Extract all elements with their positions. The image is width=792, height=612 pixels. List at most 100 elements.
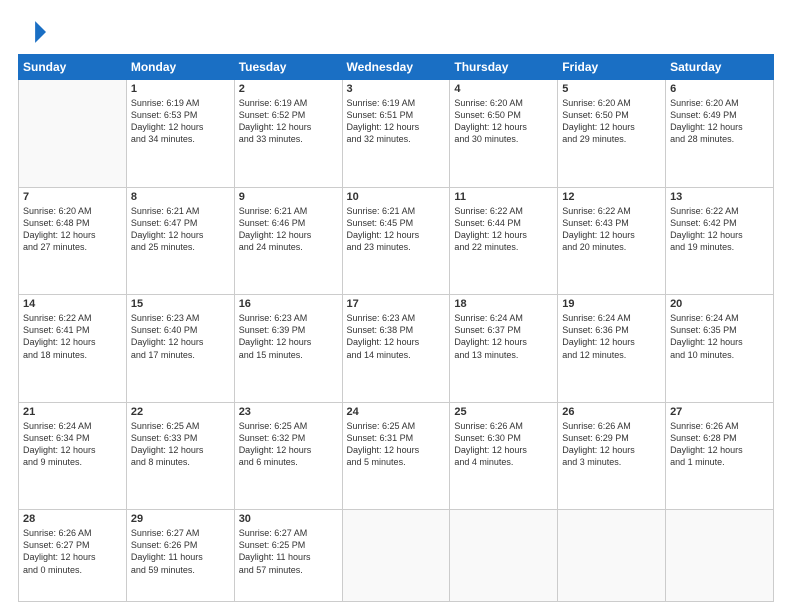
calendar-cell [450, 510, 558, 602]
day-number: 25 [454, 406, 553, 418]
cell-info: Sunrise: 6:25 AMSunset: 6:31 PMDaylight:… [347, 420, 446, 469]
day-number: 8 [131, 191, 230, 203]
day-number: 1 [131, 83, 230, 95]
calendar-header-thursday: Thursday [450, 55, 558, 80]
day-number: 16 [239, 298, 338, 310]
day-number: 15 [131, 298, 230, 310]
calendar-cell [666, 510, 774, 602]
calendar-cell [558, 510, 666, 602]
calendar-cell: 16 Sunrise: 6:23 AMSunset: 6:39 PMDayligh… [234, 295, 342, 403]
calendar-cell: 2Sunrise: 6:19 AMSunset: 6:52 PMDaylight… [234, 80, 342, 188]
day-number: 24 [347, 406, 446, 418]
cell-info: Sunrise: 6:24 AMSunset: 6:34 PMDaylight:… [23, 420, 122, 469]
calendar-week-4: 21 Sunrise: 6:24 AMSunset: 6:34 PMDayligh… [19, 402, 774, 510]
day-number: 7 [23, 191, 122, 203]
calendar-week-3: 14 Sunrise: 6:22 AMSunset: 6:41 PMDayligh… [19, 295, 774, 403]
calendar-cell: 13 Sunrise: 6:22 AMSunset: 6:42 PMDayligh… [666, 187, 774, 295]
cell-info: Sunrise: 6:27 AMSunset: 6:25 PMDaylight:… [239, 527, 338, 576]
calendar-cell: 30Sunrise: 6:27 AMSunset: 6:25 PMDayligh… [234, 510, 342, 602]
calendar-cell: 28Sunrise: 6:26 AMSunset: 6:27 PMDayligh… [19, 510, 127, 602]
day-number: 11 [454, 191, 553, 203]
calendar-cell: 6 Sunrise: 6:20 AMSunset: 6:49 PMDaylight… [666, 80, 774, 188]
day-number: 9 [239, 191, 338, 203]
calendar-cell: 19 Sunrise: 6:24 AMSunset: 6:36 PMDayligh… [558, 295, 666, 403]
calendar-cell [19, 80, 127, 188]
day-number: 4 [454, 83, 553, 95]
cell-info: Sunrise: 6:25 AMSunset: 6:33 PMDaylight:… [131, 420, 230, 469]
calendar-header-sunday: Sunday [19, 55, 127, 80]
day-number: 10 [347, 191, 446, 203]
cell-info: Sunrise: 6:27 AMSunset: 6:26 PMDaylight:… [131, 527, 230, 576]
calendar-cell: 24 Sunrise: 6:25 AMSunset: 6:31 PMDayligh… [342, 402, 450, 510]
cell-info: Sunrise: 6:24 AMSunset: 6:37 PMDaylight:… [454, 312, 553, 361]
calendar-week-1: 1 Sunrise: 6:19 AMSunset: 6:53 PMDaylight… [19, 80, 774, 188]
day-number: 27 [670, 406, 769, 418]
cell-info: Sunrise: 6:20 AMSunset: 6:49 PMDaylight:… [670, 97, 769, 146]
calendar-cell: 23 Sunrise: 6:25 AMSunset: 6:32 PMDayligh… [234, 402, 342, 510]
cell-info: Sunrise: 6:20 AMSunset: 6:50 PMDaylight:… [562, 97, 661, 146]
cell-info: Sunrise: 6:19 AMSunset: 6:53 PMDaylight:… [131, 97, 230, 146]
calendar-cell: 12 Sunrise: 6:22 AMSunset: 6:43 PMDayligh… [558, 187, 666, 295]
logo [18, 18, 50, 46]
day-number: 21 [23, 406, 122, 418]
cell-info: Sunrise: 6:22 AMSunset: 6:41 PMDaylight:… [23, 312, 122, 361]
cell-info: Sunrise: 6:21 AMSunset: 6:47 PMDaylight:… [131, 205, 230, 254]
calendar-cell: 25 Sunrise: 6:26 AMSunset: 6:30 PMDayligh… [450, 402, 558, 510]
cell-info: Sunrise: 6:24 AMSunset: 6:36 PMDaylight:… [562, 312, 661, 361]
calendar-header-wednesday: Wednesday [342, 55, 450, 80]
day-number: 2 [239, 83, 338, 95]
calendar-header-monday: Monday [126, 55, 234, 80]
cell-info: Sunrise: 6:26 AMSunset: 6:29 PMDaylight:… [562, 420, 661, 469]
calendar-cell: 9Sunrise: 6:21 AMSunset: 6:46 PMDaylight… [234, 187, 342, 295]
header [18, 18, 774, 46]
day-number: 29 [131, 513, 230, 525]
cell-info: Sunrise: 6:19 AMSunset: 6:51 PMDaylight:… [347, 97, 446, 146]
day-number: 22 [131, 406, 230, 418]
day-number: 23 [239, 406, 338, 418]
cell-info: Sunrise: 6:22 AMSunset: 6:42 PMDaylight:… [670, 205, 769, 254]
calendar-cell: 29 Sunrise: 6:27 AMSunset: 6:26 PMDayligh… [126, 510, 234, 602]
calendar-cell: 11 Sunrise: 6:22 AMSunset: 6:44 PMDayligh… [450, 187, 558, 295]
calendar-header-friday: Friday [558, 55, 666, 80]
calendar-cell: 17 Sunrise: 6:23 AMSunset: 6:38 PMDayligh… [342, 295, 450, 403]
logo-icon [18, 18, 46, 46]
calendar-week-5: 28Sunrise: 6:26 AMSunset: 6:27 PMDayligh… [19, 510, 774, 602]
calendar-cell: 10 Sunrise: 6:21 AMSunset: 6:45 PMDayligh… [342, 187, 450, 295]
day-number: 12 [562, 191, 661, 203]
cell-info: Sunrise: 6:20 AMSunset: 6:50 PMDaylight:… [454, 97, 553, 146]
calendar-cell: 4 Sunrise: 6:20 AMSunset: 6:50 PMDaylight… [450, 80, 558, 188]
calendar-cell [342, 510, 450, 602]
calendar-table: SundayMondayTuesdayWednesdayThursdayFrid… [18, 54, 774, 602]
day-number: 3 [347, 83, 446, 95]
cell-info: Sunrise: 6:23 AMSunset: 6:39 PMDaylight:… [239, 312, 338, 361]
day-number: 19 [562, 298, 661, 310]
day-number: 6 [670, 83, 769, 95]
day-number: 28 [23, 513, 122, 525]
day-number: 26 [562, 406, 661, 418]
day-number: 13 [670, 191, 769, 203]
cell-info: Sunrise: 6:21 AMSunset: 6:45 PMDaylight:… [347, 205, 446, 254]
calendar-cell: 14 Sunrise: 6:22 AMSunset: 6:41 PMDayligh… [19, 295, 127, 403]
cell-info: Sunrise: 6:26 AMSunset: 6:30 PMDaylight:… [454, 420, 553, 469]
cell-info: Sunrise: 6:25 AMSunset: 6:32 PMDaylight:… [239, 420, 338, 469]
calendar-cell: 27 Sunrise: 6:26 AMSunset: 6:28 PMDayligh… [666, 402, 774, 510]
calendar-cell: 7 Sunrise: 6:20 AMSunset: 6:48 PMDaylight… [19, 187, 127, 295]
calendar-cell: 15Sunrise: 6:23 AMSunset: 6:40 PMDayligh… [126, 295, 234, 403]
calendar-header-tuesday: Tuesday [234, 55, 342, 80]
page: SundayMondayTuesdayWednesdayThursdayFrid… [0, 0, 792, 612]
calendar-cell: 21 Sunrise: 6:24 AMSunset: 6:34 PMDayligh… [19, 402, 127, 510]
calendar-cell: 18 Sunrise: 6:24 AMSunset: 6:37 PMDayligh… [450, 295, 558, 403]
day-number: 20 [670, 298, 769, 310]
day-number: 14 [23, 298, 122, 310]
cell-info: Sunrise: 6:20 AMSunset: 6:48 PMDaylight:… [23, 205, 122, 254]
day-number: 17 [347, 298, 446, 310]
day-number: 5 [562, 83, 661, 95]
calendar-cell: 22 Sunrise: 6:25 AMSunset: 6:33 PMDayligh… [126, 402, 234, 510]
day-number: 18 [454, 298, 553, 310]
cell-info: Sunrise: 6:22 AMSunset: 6:44 PMDaylight:… [454, 205, 553, 254]
cell-info: Sunrise: 6:26 AMSunset: 6:28 PMDaylight:… [670, 420, 769, 469]
calendar-cell: 20Sunrise: 6:24 AMSunset: 6:35 PMDayligh… [666, 295, 774, 403]
cell-info: Sunrise: 6:23 AMSunset: 6:38 PMDaylight:… [347, 312, 446, 361]
cell-info: Sunrise: 6:22 AMSunset: 6:43 PMDaylight:… [562, 205, 661, 254]
calendar-header-saturday: Saturday [666, 55, 774, 80]
